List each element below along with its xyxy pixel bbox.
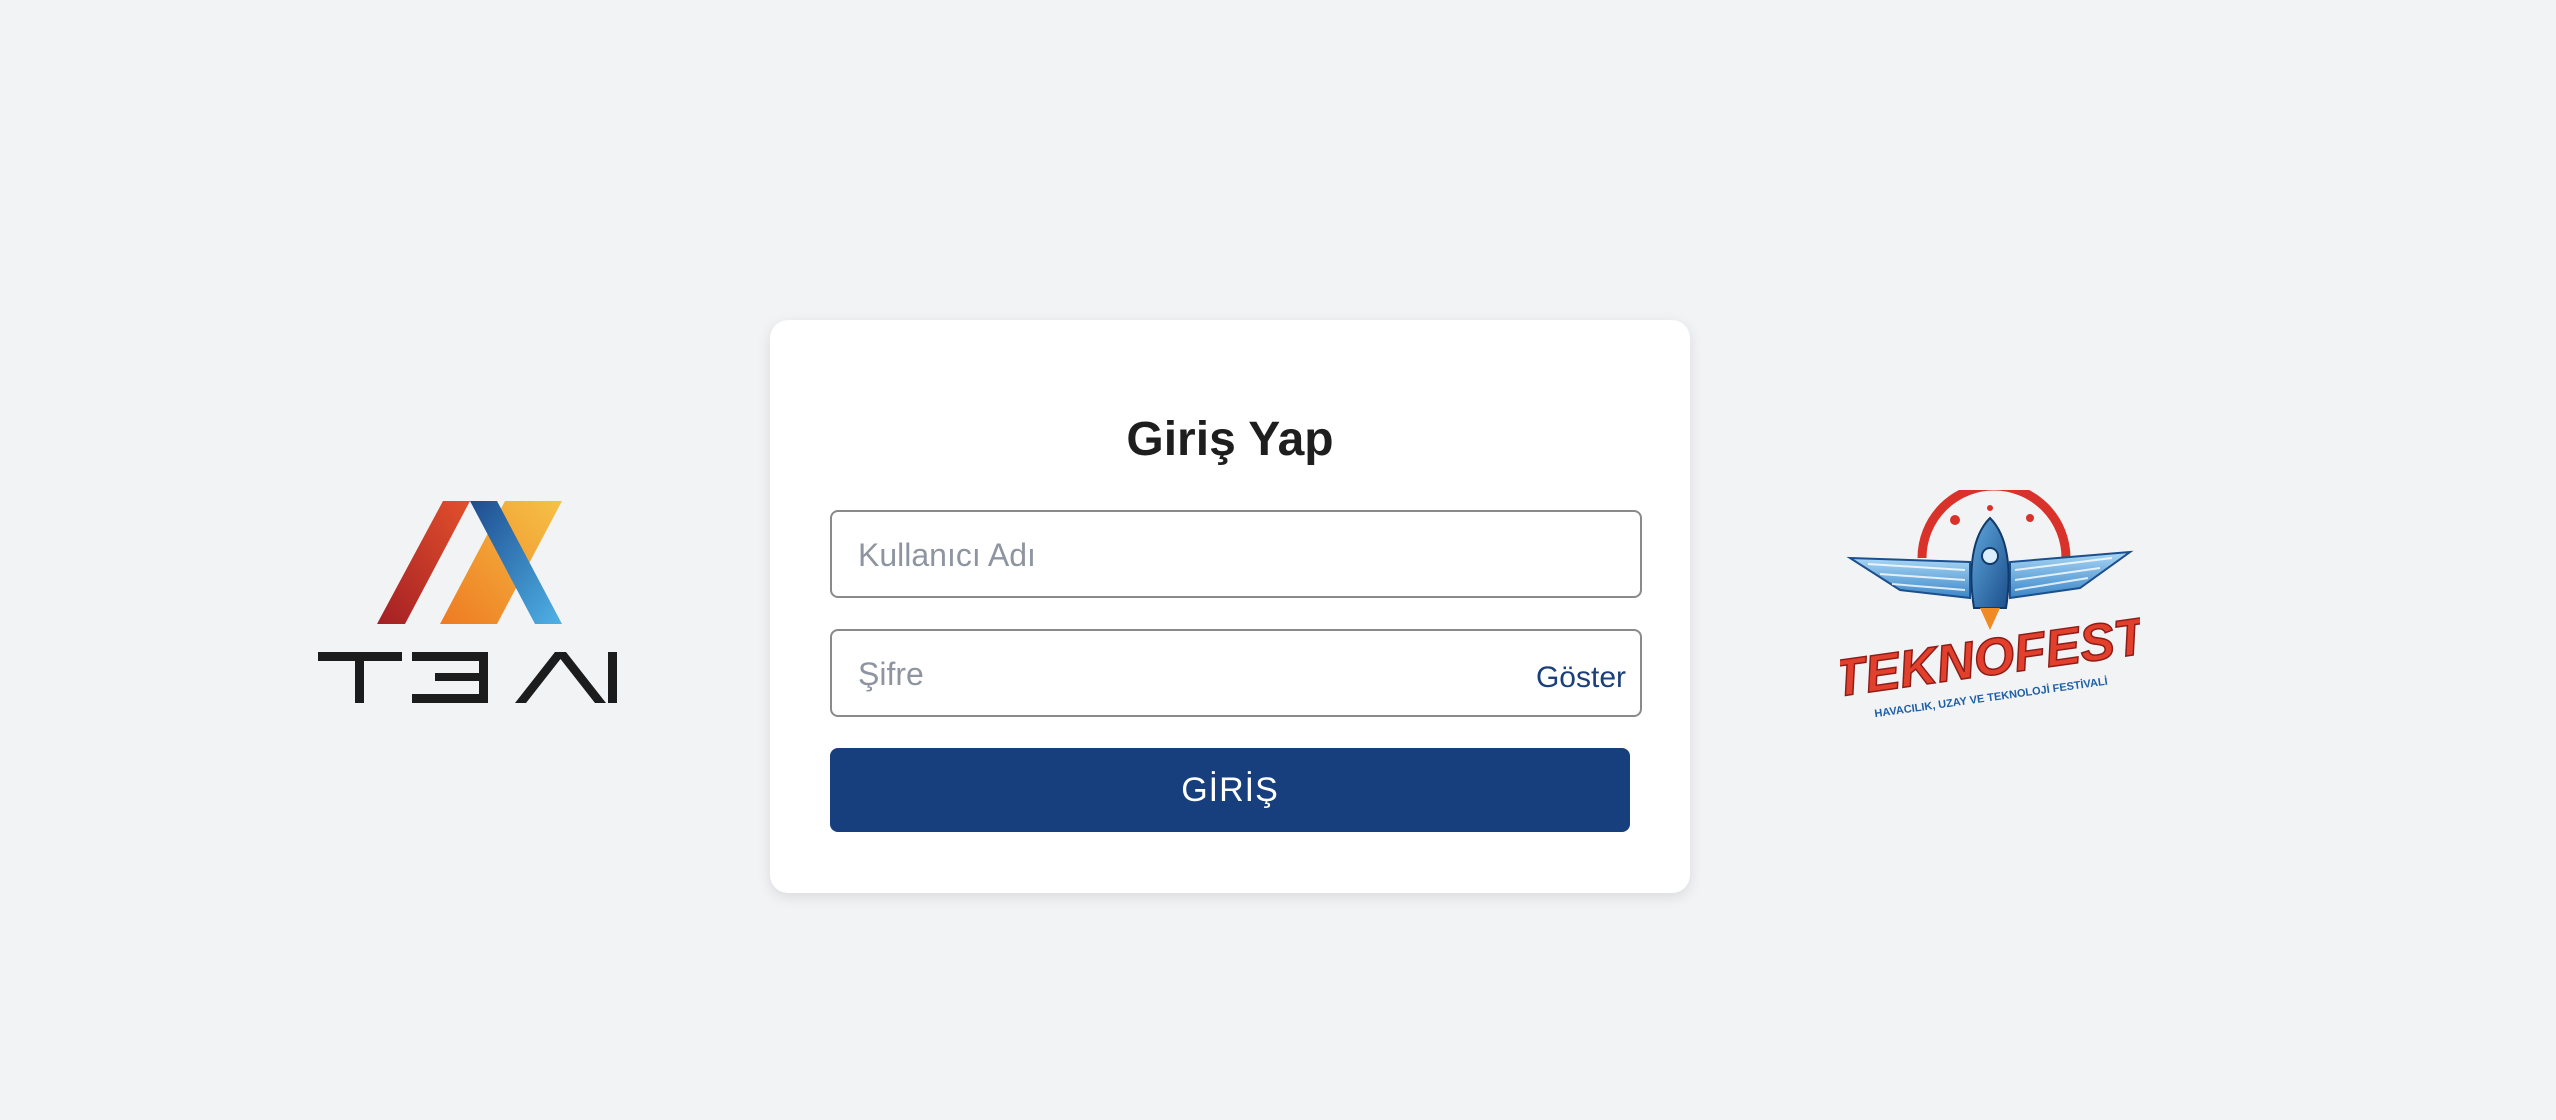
page-title: Giriş Yap	[1126, 413, 1334, 466]
password-input[interactable]	[856, 631, 1560, 717]
show-password-toggle[interactable]: Göster	[1536, 661, 1626, 695]
login-button[interactable]: GİRİŞ	[830, 748, 1630, 832]
t3-ai-logo	[310, 495, 625, 715]
teknofest-logo: TEKNOFEST HAVACILIK, UZAY VE TEKNOLOJİ F…	[1829, 481, 2155, 720]
login-page: Giriş Yap Göster GİRİŞ	[0, 0, 2556, 1120]
username-input[interactable]	[856, 512, 1560, 598]
username-field[interactable]	[830, 510, 1642, 598]
password-field[interactable]: Göster	[830, 629, 1642, 717]
